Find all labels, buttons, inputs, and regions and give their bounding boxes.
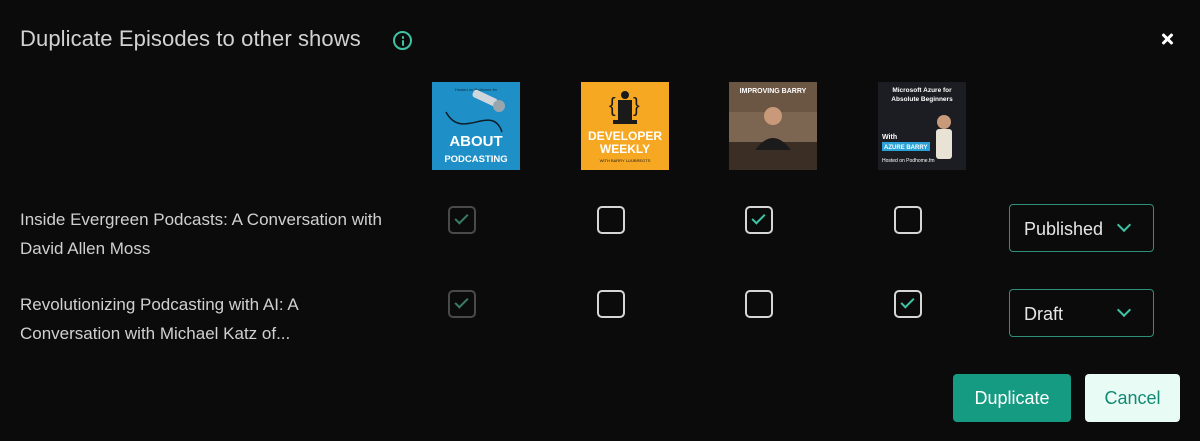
cover-4-line1: Microsoft Azure for — [892, 87, 952, 94]
episode-2-status-select[interactable]: Draft — [1009, 289, 1154, 337]
episode-1-status-select[interactable]: Published — [1009, 204, 1154, 252]
cover-4-line2: Absolute Beginners — [891, 96, 953, 103]
cover-3-line1: IMPROVING BARRY — [740, 88, 807, 95]
chevron-down-icon — [1116, 302, 1132, 318]
status-value: Published — [1024, 219, 1104, 239]
svg-text:{: { — [609, 95, 616, 117]
show-cover-developer-weekly: { } DEVELOPER WEEKLY WITH BARRY LUIJBREG… — [581, 82, 669, 170]
show-cover-azure-beginners: Microsoft Azure for Absolute Beginners W… — [878, 82, 966, 170]
svg-text:}: } — [633, 95, 640, 117]
cover-1-line2: PODCASTING — [444, 154, 507, 165]
cover-4-line3: With — [882, 134, 897, 141]
show-cover-improving-barry: IMPROVING BARRY — [729, 82, 817, 170]
duplicate-button[interactable]: Duplicate — [953, 374, 1071, 422]
cover-4-line4: AZURE BARRY — [884, 145, 927, 151]
episode-2-show-2-checkbox[interactable] — [597, 290, 625, 318]
episode-1-show-3-checkbox[interactable] — [745, 206, 773, 234]
chevron-down-icon — [1116, 217, 1132, 233]
cover-1-line1: ABOUT — [449, 133, 502, 150]
dialog-title: Duplicate Episodes to other shows — [20, 26, 361, 51]
episode-2-show-4-checkbox[interactable] — [894, 290, 922, 318]
duplicate-episodes-dialog: Duplicate Episodes to other shows Hosted… — [0, 0, 1200, 441]
cover-4-line5: Hosted on Podhome.fm — [882, 158, 935, 164]
episode-title: Inside Evergreen Podcasts: A Conversatio… — [20, 210, 382, 258]
episode-1-show-4-checkbox[interactable] — [894, 206, 922, 234]
cancel-button[interactable]: Cancel — [1085, 374, 1180, 422]
episode-title: Revolutionizing Podcasting with AI: A Co… — [20, 295, 298, 343]
info-icon[interactable] — [393, 31, 412, 50]
episode-1-show-1-checkbox — [448, 206, 476, 234]
cover-2-line1: DEVELOPER — [588, 129, 662, 143]
cover-2-line2: WEEKLY — [600, 142, 650, 156]
status-value: Draft — [1024, 304, 1064, 324]
episode-2-show-3-checkbox[interactable] — [745, 290, 773, 318]
close-icon[interactable] — [1158, 30, 1176, 48]
episode-2-show-1-checkbox — [448, 290, 476, 318]
cover-2-line3: WITH BARRY LUIJBREGTS — [600, 158, 651, 163]
episode-1-show-2-checkbox[interactable] — [597, 206, 625, 234]
show-cover-about-podcasting: Hosted on Podhome.fm ABOUT PODCASTING — [432, 82, 520, 170]
